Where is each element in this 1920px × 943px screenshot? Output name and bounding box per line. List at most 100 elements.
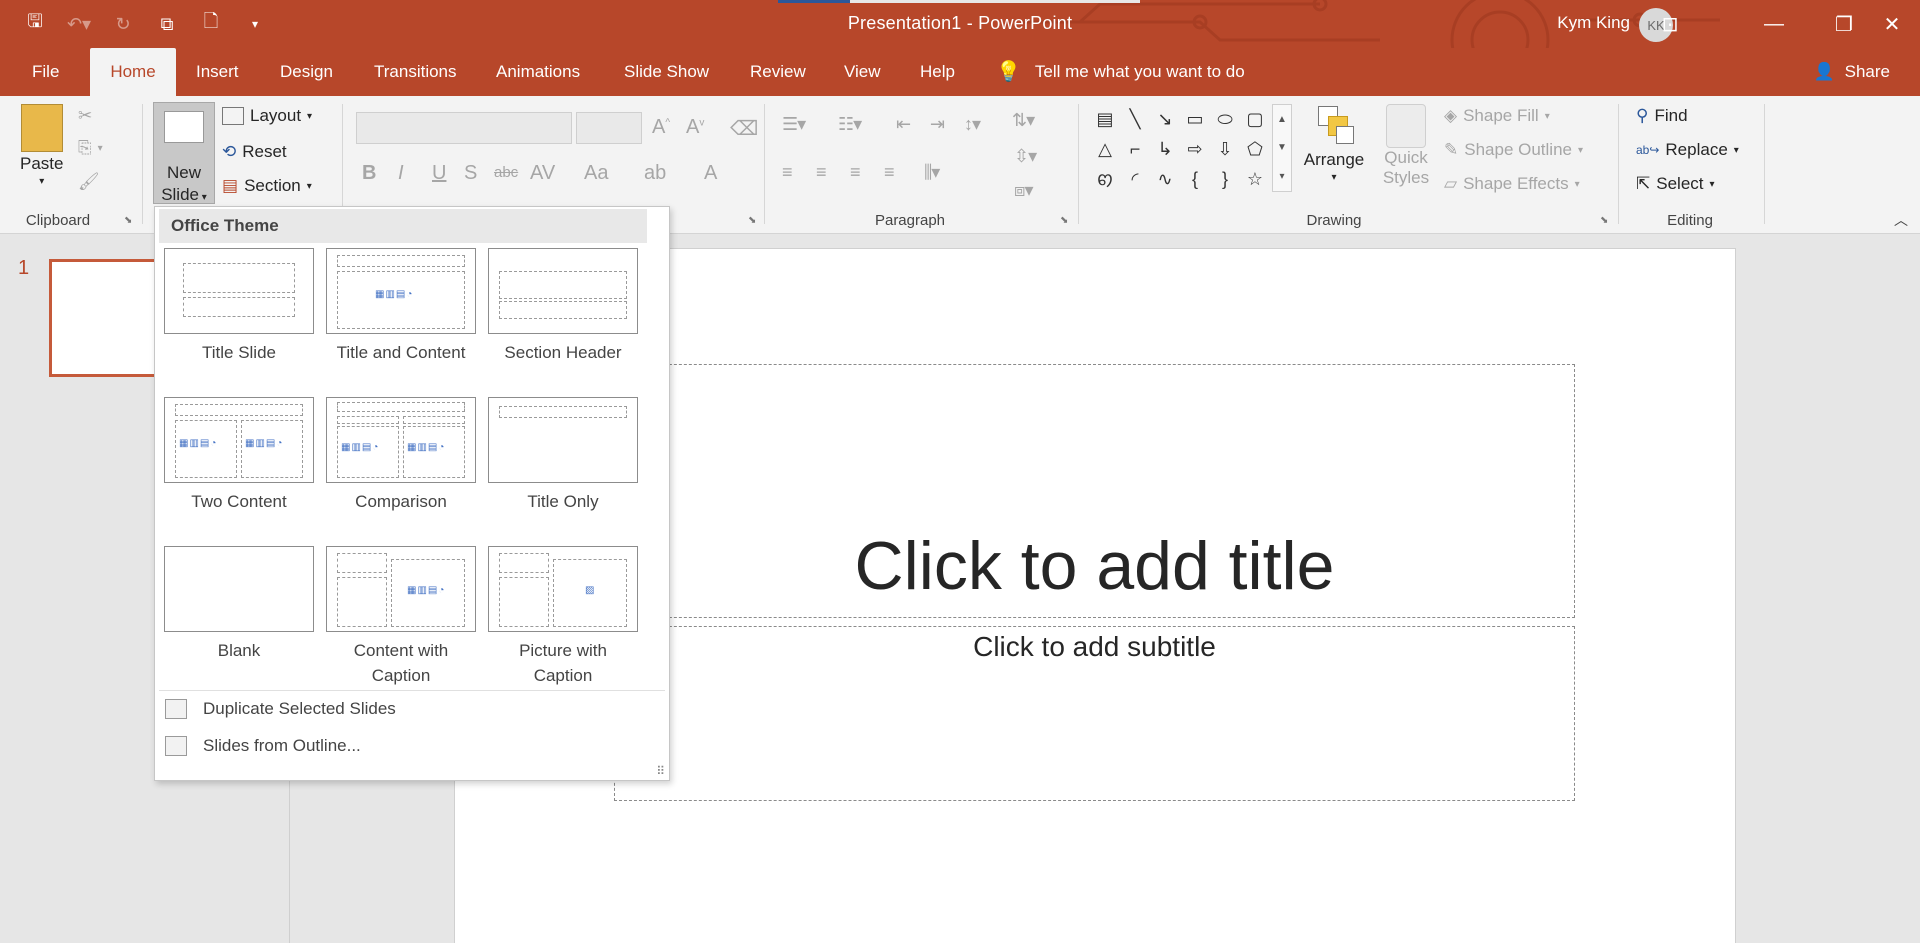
italic-icon[interactable]: I xyxy=(398,162,404,185)
elbow-connector-shape-icon[interactable]: ⌐ xyxy=(1120,134,1150,164)
decrease-indent-icon[interactable]: ⇤ xyxy=(896,114,911,135)
increase-font-icon[interactable]: A^ xyxy=(652,116,670,139)
highlight-icon[interactable]: ab xyxy=(644,162,666,185)
tab-help[interactable]: Help xyxy=(902,48,973,96)
shape-fill-button[interactable]: ◈ Shape Fill ▾ xyxy=(1444,106,1550,126)
textbox-shape-icon[interactable]: ▤ xyxy=(1090,104,1120,134)
align-left-icon[interactable]: ≡ xyxy=(782,162,792,183)
collapse-ribbon-icon[interactable]: ︿ xyxy=(1894,210,1908,230)
shape-effects-button[interactable]: ▱ Shape Effects ▾ xyxy=(1444,174,1580,194)
title-placeholder[interactable]: Click to add title xyxy=(614,364,1575,618)
font-name-combo[interactable] xyxy=(356,112,572,144)
align-right-icon[interactable]: ≡ xyxy=(850,162,860,183)
shadow-icon[interactable]: S xyxy=(464,162,477,185)
duplicate-selected-slides-item[interactable]: Duplicate Selected Slides xyxy=(165,699,396,719)
tab-home[interactable]: Home xyxy=(90,48,176,96)
arc-shape-icon[interactable]: ◜ xyxy=(1120,164,1150,194)
star-shape-icon[interactable]: ☆ xyxy=(1240,164,1270,194)
elbow-arrow-shape-icon[interactable]: ↳ xyxy=(1150,134,1180,164)
layout-title-only[interactable]: Title Only xyxy=(487,397,639,514)
line-shape-icon[interactable]: ╲ xyxy=(1120,104,1150,134)
tab-animations[interactable]: Animations xyxy=(478,48,598,96)
tab-transitions[interactable]: Transitions xyxy=(356,48,475,96)
layout-button[interactable]: Layout ▾ xyxy=(222,106,312,126)
text-direction-icon[interactable]: ⇅▾ xyxy=(1012,110,1035,131)
layout-blank[interactable]: Blank xyxy=(163,546,315,663)
arrow-line-shape-icon[interactable]: ↘ xyxy=(1150,104,1180,134)
clear-formatting-icon[interactable]: ⌫ xyxy=(730,116,758,141)
layout-picture-with-caption[interactable]: ▨ Picture with Caption xyxy=(487,546,639,688)
layout-two-content[interactable]: ▦▥▤◔ ▦▥▤◔ Two Content xyxy=(163,397,315,514)
underline-icon[interactable]: U xyxy=(432,162,446,185)
reset-button[interactable]: ⟲ Reset xyxy=(222,142,287,162)
section-button[interactable]: ▤ Section ▾ xyxy=(222,176,312,196)
shapes-gallery-scroll[interactable]: ▲ ▼ ▾ xyxy=(1272,104,1292,192)
clipboard-launcher-icon[interactable]: ⬊ xyxy=(124,215,132,226)
paste-button[interactable]: Paste ▾ xyxy=(20,104,63,187)
decrease-font-icon[interactable]: Av xyxy=(686,116,704,139)
subtitle-placeholder[interactable]: Click to add subtitle xyxy=(614,626,1575,801)
tell-me-search[interactable]: 💡 Tell me what you want to do xyxy=(996,48,1245,96)
increase-indent-icon[interactable]: ⇥ xyxy=(930,114,945,135)
layout-comparison[interactable]: ▦▥▤◔ ▦▥▤◔ Comparison xyxy=(325,397,477,514)
scroll-up-icon[interactable]: ▲ xyxy=(1277,114,1287,125)
tab-view[interactable]: View xyxy=(826,48,899,96)
tab-insert[interactable]: Insert xyxy=(178,48,257,96)
format-painter-icon[interactable]: 🖌 xyxy=(78,172,100,192)
line-spacing-icon[interactable]: ↕▾ xyxy=(964,114,981,135)
layout-content-with-caption[interactable]: ▦▥▤◔ Content with Caption xyxy=(325,546,477,688)
close-icon[interactable]: ✕ xyxy=(1864,0,1920,48)
shape-outline-button[interactable]: ✎ Shape Outline ▾ xyxy=(1444,140,1583,160)
find-button[interactable]: ⚲ Find xyxy=(1636,106,1688,126)
ribbon-display-options-icon[interactable]: ⊡ xyxy=(1642,0,1698,48)
replace-button[interactable]: ab↪ Replace ▾ xyxy=(1636,140,1739,160)
left-brace-shape-icon[interactable]: { xyxy=(1180,164,1210,194)
bold-icon[interactable]: B xyxy=(362,162,376,185)
layout-title-and-content[interactable]: ▦▥▤◔ Title and Content xyxy=(325,248,477,365)
copy-icon[interactable]: ⎘ ▾ xyxy=(78,138,103,158)
rectangle-shape-icon[interactable]: ▭ xyxy=(1180,104,1210,134)
font-size-combo[interactable] xyxy=(576,112,642,144)
font-launcher-icon[interactable]: ⬊ xyxy=(748,215,756,226)
align-center-icon[interactable]: ≡ xyxy=(816,162,826,183)
font-color-icon[interactable]: A xyxy=(704,162,717,185)
smartart-icon[interactable]: ⧈▾ xyxy=(1014,180,1034,201)
change-case-icon[interactable]: Aa xyxy=(584,162,608,185)
freeform-shape-icon[interactable]: ꩅ xyxy=(1090,164,1120,194)
scroll-down-icon[interactable]: ▼ xyxy=(1277,142,1287,153)
resize-grip-icon[interactable]: ⠿ xyxy=(656,764,665,778)
cut-icon[interactable]: ✂ xyxy=(78,106,92,126)
layout-title-slide[interactable]: Title Slide xyxy=(163,248,315,365)
right-brace-shape-icon[interactable]: } xyxy=(1210,164,1240,194)
user-name[interactable]: Kym King xyxy=(1557,13,1630,33)
strikethrough-icon[interactable]: abc xyxy=(494,164,518,181)
drawing-launcher-icon[interactable]: ⬊ xyxy=(1600,215,1608,226)
more-shapes-icon[interactable]: ▾ xyxy=(1279,171,1284,182)
paragraph-launcher-icon[interactable]: ⬊ xyxy=(1060,215,1068,226)
right-arrow-shape-icon[interactable]: ⇨ xyxy=(1180,134,1210,164)
char-spacing-icon[interactable]: AV xyxy=(530,162,555,185)
new-slide-button[interactable]: New Slide ▾ xyxy=(153,102,215,204)
columns-icon[interactable]: ⫼▾ xyxy=(924,162,940,183)
slides-from-outline-item[interactable]: Slides from Outline... xyxy=(165,736,361,756)
align-text-icon[interactable]: ⇳▾ xyxy=(1014,146,1037,167)
minimize-icon[interactable]: — xyxy=(1746,0,1802,48)
share-button[interactable]: 👤 Share xyxy=(1813,48,1890,96)
layout-section-header[interactable]: Section Header xyxy=(487,248,639,365)
tab-slide-show[interactable]: Slide Show xyxy=(606,48,727,96)
tab-design[interactable]: Design xyxy=(262,48,351,96)
pentagon-shape-icon[interactable]: ⬠ xyxy=(1240,134,1270,164)
justify-icon[interactable]: ≡ xyxy=(884,162,894,183)
quick-styles-button[interactable]: Quick Styles xyxy=(1378,104,1434,188)
rounded-rect-shape-icon[interactable]: ▢ xyxy=(1240,104,1270,134)
curve-shape-icon[interactable]: ∿ xyxy=(1150,164,1180,194)
triangle-shape-icon[interactable]: △ xyxy=(1090,134,1120,164)
arrange-button[interactable]: Arrange ▾ xyxy=(1300,104,1368,183)
bullets-icon[interactable]: ☰▾ xyxy=(782,114,806,135)
oval-shape-icon[interactable]: ⬭ xyxy=(1210,104,1240,134)
numbering-icon[interactable]: ☷▾ xyxy=(838,114,862,135)
select-button[interactable]: ⇱ Select ▾ xyxy=(1636,174,1715,194)
tab-review[interactable]: Review xyxy=(732,48,824,96)
down-arrow-shape-icon[interactable]: ⇩ xyxy=(1210,134,1240,164)
tab-file[interactable]: File xyxy=(14,48,77,96)
